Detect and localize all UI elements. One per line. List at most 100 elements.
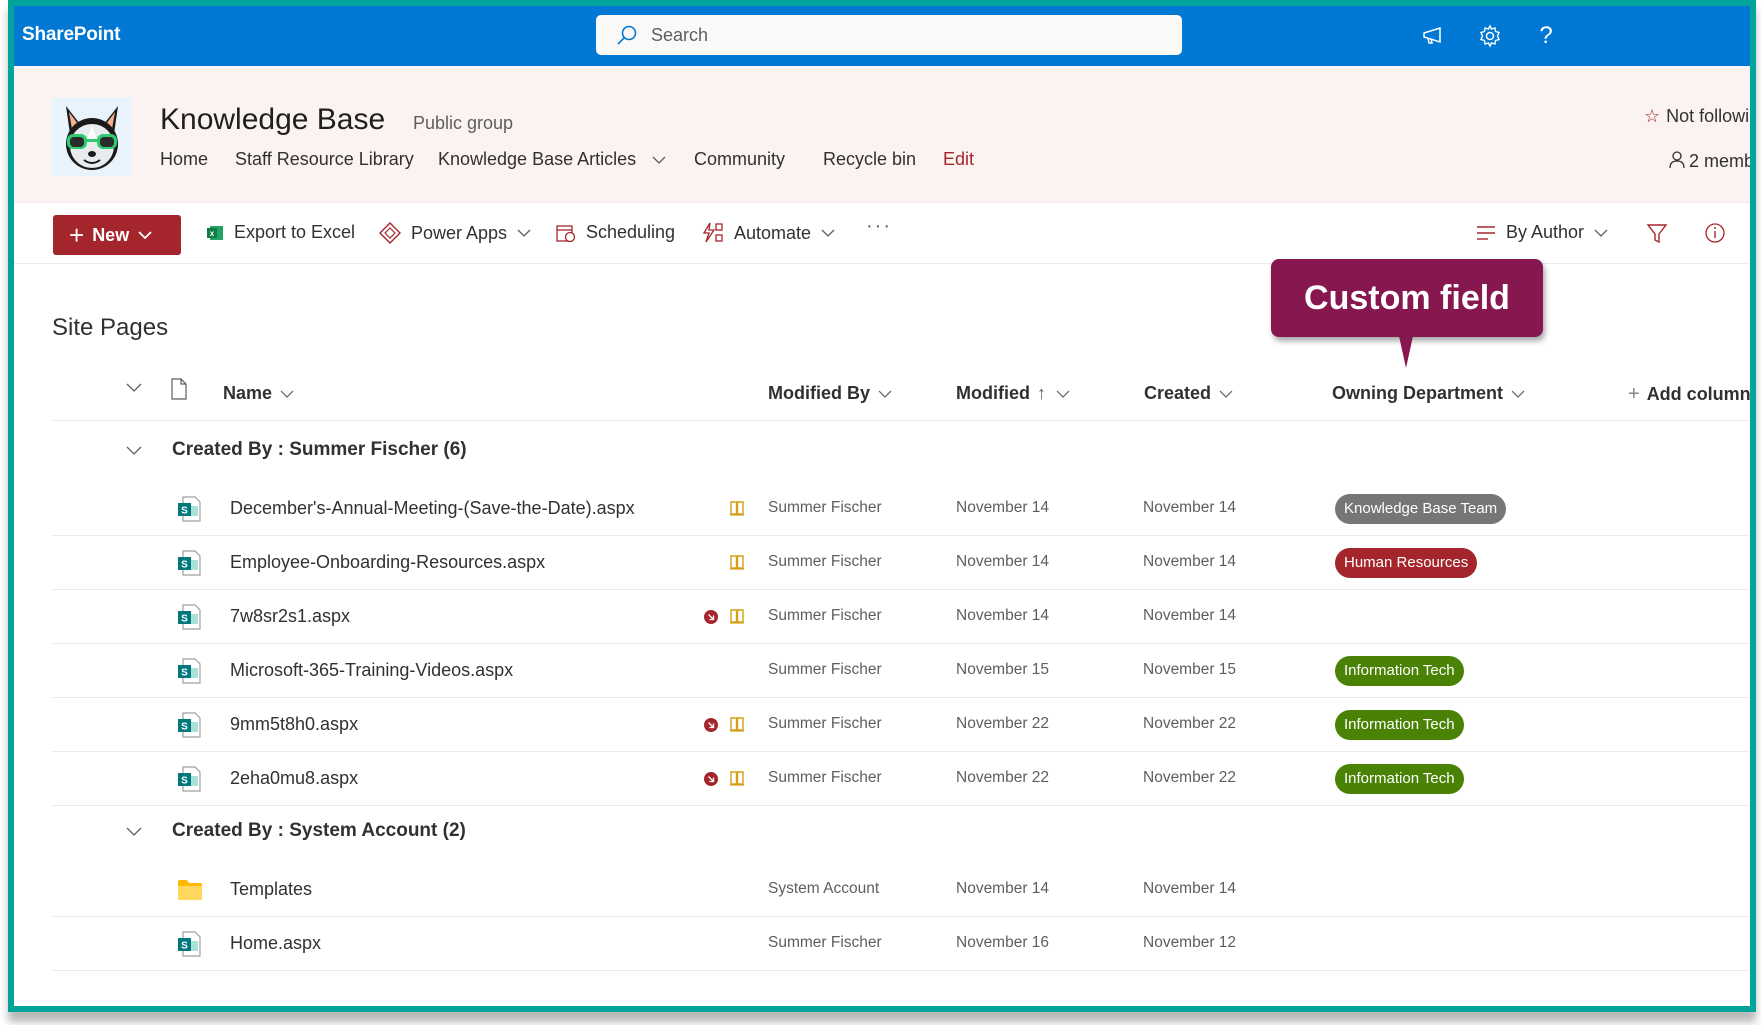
info-button[interactable] bbox=[1704, 222, 1736, 244]
modified-by-cell[interactable]: Summer Fischer bbox=[768, 661, 882, 679]
megaphone-icon[interactable] bbox=[1419, 22, 1447, 50]
members-label: 2 memb bbox=[1689, 151, 1755, 171]
created-cell: November 14 bbox=[1143, 553, 1237, 570]
table-row[interactable]: S 9mm5t8h0.aspx Summer Fischer November 22 N… bbox=[52, 698, 1750, 752]
collapse-group-chevron-icon[interactable] bbox=[126, 823, 142, 841]
site-logo[interactable] bbox=[52, 98, 132, 176]
modified-by-cell[interactable]: Summer Fischer bbox=[768, 553, 882, 571]
file-name-link[interactable]: December's-Annual-Meeting-(Save-the-Date… bbox=[230, 498, 635, 519]
nav-community[interactable]: Community bbox=[694, 149, 785, 170]
file-name-link[interactable]: 2eha0mu8.aspx bbox=[230, 768, 358, 789]
group-header[interactable]: Created By : Summer Fischer (6) bbox=[14, 428, 1750, 478]
file-name-link[interactable]: Employee-Onboarding-Resources.aspx bbox=[230, 552, 545, 573]
site-title[interactable]: Knowledge Base bbox=[160, 103, 385, 137]
power-apps-icon bbox=[379, 222, 401, 244]
sharepoint-page-icon: S bbox=[177, 550, 201, 581]
modified-by-cell[interactable]: Summer Fischer bbox=[768, 934, 882, 952]
suite-bar: SharePoint Search ? bbox=[14, 6, 1750, 66]
owning-department-pill: Information Tech bbox=[1335, 656, 1464, 686]
scheduling-button[interactable]: Scheduling bbox=[556, 222, 675, 243]
file-name-link[interactable]: Templates bbox=[230, 879, 312, 900]
app-brand[interactable]: SharePoint bbox=[22, 24, 121, 46]
checked-out-status-icon bbox=[704, 772, 718, 786]
file-name-link[interactable]: Microsoft-365-Training-Videos.aspx bbox=[230, 660, 513, 681]
add-column-label: Add column bbox=[1646, 384, 1751, 404]
modified-cell: November 14 bbox=[956, 553, 1050, 570]
list-title: Site Pages bbox=[52, 314, 169, 341]
sharepoint-page-icon: S bbox=[177, 496, 201, 527]
more-options-button[interactable]: ··· bbox=[866, 215, 892, 238]
filter-button[interactable] bbox=[1646, 222, 1678, 244]
nav-knowledge-base-articles-label: Knowledge Base Articles bbox=[438, 149, 637, 169]
owning-department-pill: Information Tech bbox=[1335, 764, 1464, 794]
modified-by-cell[interactable]: System Account bbox=[768, 880, 879, 898]
nav-knowledge-base-articles[interactable]: Knowledge Base Articles bbox=[438, 149, 666, 170]
modified-cell: November 14 bbox=[956, 499, 1050, 516]
created-cell: November 22 bbox=[1143, 769, 1237, 786]
file-name-link[interactable]: 9mm5t8h0.aspx bbox=[230, 714, 358, 735]
members-button[interactable]: 2 memb bbox=[1669, 151, 1755, 172]
view-label: By Author bbox=[1506, 222, 1585, 242]
automate-button[interactable]: Automate bbox=[702, 222, 845, 244]
export-to-excel-button[interactable]: x Export to Excel bbox=[206, 222, 355, 243]
group-title: Created By : Summer Fischer (6) bbox=[172, 439, 467, 460]
svg-text:S: S bbox=[181, 722, 188, 733]
svg-text:x: x bbox=[210, 229, 215, 238]
follow-button[interactable]: ☆ Not followi bbox=[1644, 106, 1749, 127]
collapse-group-chevron-icon[interactable] bbox=[126, 442, 142, 460]
modified-by-cell[interactable]: Summer Fischer bbox=[768, 499, 882, 517]
table-row[interactable]: S 2eha0mu8.aspx Summer Fischer November 22 N… bbox=[52, 752, 1750, 806]
sharepoint-page-icon: S bbox=[177, 931, 201, 962]
nav-recycle-bin[interactable]: Recycle bin bbox=[823, 149, 916, 170]
plus-icon: + bbox=[1628, 383, 1640, 405]
news-page-book-icon bbox=[729, 608, 745, 629]
created-cell: November 14 bbox=[1143, 880, 1237, 897]
nav-edit-link[interactable]: Edit bbox=[943, 149, 974, 170]
plus-icon: + bbox=[69, 220, 85, 250]
view-selector[interactable]: By Author bbox=[1476, 222, 1618, 243]
column-header-created[interactable]: Created bbox=[1144, 383, 1233, 404]
gear-icon[interactable] bbox=[1476, 22, 1504, 50]
column-header-owning-department[interactable]: Owning Department bbox=[1332, 383, 1525, 404]
sharepoint-page-icon: S bbox=[177, 658, 201, 689]
modified-by-cell[interactable]: Summer Fischer bbox=[768, 769, 882, 787]
chevron-down-icon bbox=[1594, 229, 1608, 237]
select-all-chevron[interactable] bbox=[126, 383, 142, 392]
table-row[interactable]: S Employee-Onboarding-Resources.aspx Summe… bbox=[52, 536, 1750, 590]
person-icon bbox=[1669, 151, 1685, 169]
chevron-down-icon bbox=[517, 229, 531, 237]
group-header[interactable]: Created By : System Account (2) bbox=[14, 809, 1750, 859]
created-cell: November 15 bbox=[1143, 661, 1237, 678]
file-name-link[interactable]: Home.aspx bbox=[230, 933, 321, 954]
nav-home[interactable]: Home bbox=[160, 149, 208, 170]
file-name-link[interactable]: 7w8sr2s1.aspx bbox=[230, 606, 350, 627]
chevron-down-icon bbox=[878, 390, 892, 398]
power-apps-button[interactable]: Power Apps bbox=[379, 222, 541, 244]
column-header-modified[interactable]: Modified ↑ bbox=[956, 383, 1070, 404]
excel-icon: x bbox=[207, 225, 223, 240]
svg-text:S: S bbox=[181, 506, 188, 517]
table-row[interactable]: S 7w8sr2s1.aspx Summer Fischer November 14 N… bbox=[52, 590, 1750, 644]
file-type-column-header[interactable] bbox=[171, 378, 187, 400]
table-row[interactable]: S Microsoft-365-Training-Videos.aspx Summe… bbox=[52, 644, 1750, 698]
table-row[interactable]: S Home.aspx Summer Fischer November 16 Novem… bbox=[52, 917, 1750, 971]
new-button[interactable]: + New bbox=[53, 215, 181, 255]
dog-logo-icon bbox=[66, 106, 118, 170]
search-box[interactable]: Search bbox=[596, 15, 1182, 55]
folder-icon bbox=[177, 879, 203, 906]
svg-text:S: S bbox=[181, 776, 188, 787]
table-row[interactable]: Templates System Account November 14 Novemb… bbox=[52, 863, 1750, 917]
nav-staff-resource-library[interactable]: Staff Resource Library bbox=[235, 149, 414, 170]
svg-text:S: S bbox=[181, 614, 188, 625]
search-icon bbox=[617, 25, 637, 45]
modified-by-cell[interactable]: Summer Fischer bbox=[768, 607, 882, 625]
star-icon: ☆ bbox=[1644, 106, 1661, 126]
column-header-modified-by[interactable]: Modified By bbox=[768, 383, 892, 404]
add-column-button[interactable]: + Add column bbox=[1628, 383, 1751, 406]
modified-by-cell[interactable]: Summer Fischer bbox=[768, 715, 882, 733]
help-icon[interactable]: ? bbox=[1532, 22, 1560, 50]
table-row[interactable]: S December's-Annual-Meeting-(Save-the-Dat… bbox=[52, 482, 1750, 536]
screenshot-frame: SharePoint Search ? Knowledge Base Publi… bbox=[8, 0, 1756, 1012]
sharepoint-page-icon: S bbox=[177, 766, 201, 797]
column-header-name[interactable]: Name bbox=[223, 383, 294, 404]
